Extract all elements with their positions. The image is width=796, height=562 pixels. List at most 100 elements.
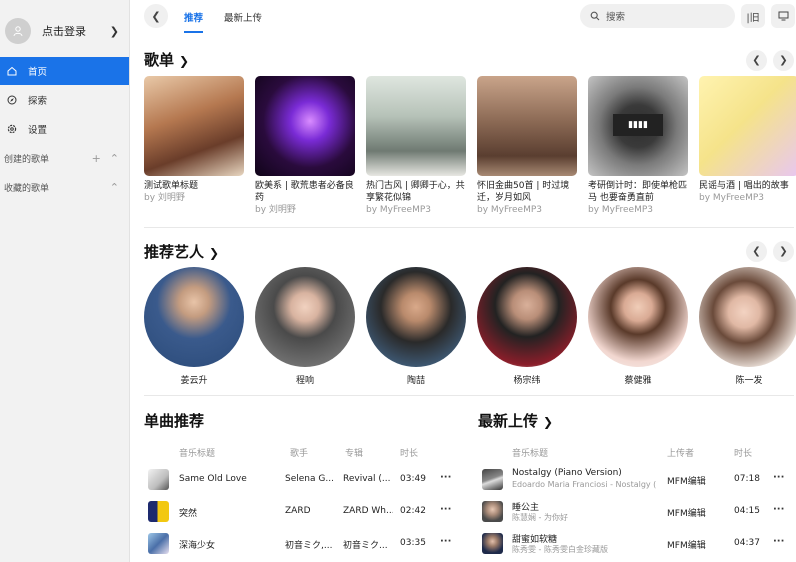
artists-next-button[interactable]: ❯ xyxy=(773,241,794,262)
column-header-uploader: 上传者 xyxy=(667,449,695,459)
chevron-up-icon[interactable]: ⌃ xyxy=(110,152,119,165)
section-divider xyxy=(144,395,794,396)
song-thumbnail xyxy=(482,469,503,490)
search-icon xyxy=(590,11,600,21)
chevron-up-icon[interactable]: ⌃ xyxy=(110,181,119,194)
song-artist[interactable]: Selena G... xyxy=(285,474,337,484)
playlist-card[interactable]: 怀旧金曲50首 | 时过境迁，岁月如风 by MyFreeMP3 xyxy=(477,76,577,216)
artists-section-title[interactable]: 推荐艺人 ❯ xyxy=(144,241,219,262)
playlist-author: by MyFreeMP3 xyxy=(699,193,765,203)
artist-card[interactable]: 陶喆 xyxy=(366,267,466,386)
search-input[interactable]: 搜索 xyxy=(580,4,735,28)
song-row[interactable]: 深海少女 初音ミク,... 初音ミク... 03:35 ··· xyxy=(144,529,464,559)
song-duration: 04:37 xyxy=(734,538,760,548)
more-icon[interactable]: ··· xyxy=(773,504,784,515)
screen-button[interactable] xyxy=(771,4,795,28)
upload-row[interactable]: Nostalgy (Piano Version) Edoardo Maria F… xyxy=(478,465,796,495)
playlist-title: 怀旧金曲50首 | 时过境迁，岁月如风 xyxy=(477,181,570,203)
section-title-text: 单曲推荐 xyxy=(144,412,205,430)
playlist-author: by 刘明野 xyxy=(144,193,185,203)
playlist-title: 欧美系 | 歌荒患者必备良药 xyxy=(255,181,354,203)
nav-item-explore[interactable]: 探索 xyxy=(0,86,129,114)
column-header-duration: 时长 xyxy=(400,449,419,459)
artist-name: 陈一发 xyxy=(735,376,763,386)
playlist-cover xyxy=(366,76,466,176)
song-subtitle: Edoardo Maria Franciosi - Nostalgy (... xyxy=(512,480,657,489)
playlist-card[interactable]: 热门古风 | 卿卿于心，共享繁花似锦 by MyFreeMP3 xyxy=(366,76,466,216)
latest-section-title[interactable]: 最新上传 ❯ xyxy=(478,410,553,431)
nav-item-label: 首页 xyxy=(28,67,48,78)
song-album[interactable]: Revival (... xyxy=(343,474,393,484)
artist-photo xyxy=(699,267,796,367)
artist-card[interactable]: 姜云升 xyxy=(144,267,244,386)
song-subtitle: 陈秀雯 - 陈秀雯白金珍藏版 xyxy=(512,545,608,554)
playlists-prev-button[interactable]: ❮ xyxy=(746,50,767,71)
old-version-button[interactable]: |旧 xyxy=(741,4,765,28)
more-icon[interactable]: ··· xyxy=(440,472,451,483)
section-title-text: 歌单 xyxy=(144,51,175,69)
song-artist[interactable]: ZARD xyxy=(285,506,337,516)
upload-row[interactable]: 甜蜜如软糖 陈秀雯 - 陈秀雯白金珍藏版 MFM编辑 04:37 ··· xyxy=(478,529,796,559)
playlist-card[interactable]: 欧美系 | 歌荒患者必备良药 by 刘明野 xyxy=(255,76,355,216)
artist-photo xyxy=(477,267,577,367)
nav-item-label: 探索 xyxy=(28,96,48,107)
song-subtitle: 陈慧娴 - 为你好 xyxy=(512,513,568,522)
cover-artwork: ▮▮▮▮ xyxy=(613,114,663,136)
login-entry[interactable]: 点击登录 ❯ xyxy=(0,0,129,62)
upload-row[interactable]: 睡公主 陈慧娴 - 为你好 MFM编辑 04:15 ··· xyxy=(478,497,796,527)
playlists-section-title[interactable]: 歌单 ❯ xyxy=(144,49,189,70)
column-header-artist: 歌手 xyxy=(290,449,309,459)
song-thumbnail xyxy=(148,533,169,554)
artist-photo xyxy=(255,267,355,367)
playlist-card[interactable]: 测试歌单标题 by 刘明野 xyxy=(144,76,244,204)
playlists-next-button[interactable]: ❯ xyxy=(773,50,794,71)
song-duration: 03:49 xyxy=(400,474,426,484)
nav-item-home[interactable]: 首页 xyxy=(0,57,129,85)
playlist-author: by MyFreeMP3 xyxy=(366,205,432,215)
plus-icon[interactable]: + xyxy=(92,152,101,165)
home-icon xyxy=(7,66,17,76)
song-title: 深海少女 xyxy=(179,541,216,551)
created-playlists-header[interactable]: 创建的歌单 + ⌃ xyxy=(0,144,129,173)
active-tab-indicator xyxy=(184,31,203,33)
back-button[interactable]: ❮ xyxy=(144,4,168,28)
song-artist[interactable]: 初音ミク,... xyxy=(285,538,337,551)
artist-name: 杨宗纬 xyxy=(513,376,541,386)
section-title-text: 推荐艺人 xyxy=(144,243,205,261)
more-icon[interactable]: ··· xyxy=(773,536,784,547)
artist-card[interactable]: 陈一发 xyxy=(699,267,796,386)
chevron-left-icon: ❮ xyxy=(752,55,761,66)
more-icon[interactable]: ··· xyxy=(773,472,784,483)
song-duration: 02:42 xyxy=(400,506,426,516)
artist-card[interactable]: 程响 xyxy=(255,267,355,386)
chevron-right-icon: ❯ xyxy=(109,24,119,38)
tab-recommend[interactable]: 推荐 xyxy=(184,10,203,24)
playlist-card[interactable]: 民谣与酒 | 唱出的故事 by MyFreeMP3 xyxy=(699,76,796,204)
column-header-album: 专辑 xyxy=(345,449,364,459)
song-row[interactable]: Same Old Love Selena G... Revival (... 0… xyxy=(144,465,464,495)
user-icon xyxy=(13,26,23,37)
artist-card[interactable]: 蔡健雅 xyxy=(588,267,688,386)
artist-name: 程响 xyxy=(295,376,314,386)
chevron-left-icon: ❮ xyxy=(752,246,761,257)
more-icon[interactable]: ··· xyxy=(440,504,451,515)
artist-name: 姜云升 xyxy=(180,376,208,386)
song-row[interactable]: 突然 ZARD ZARD Wh... 02:42 ··· xyxy=(144,497,464,527)
nav-item-settings[interactable]: 设置 xyxy=(0,115,129,143)
song-duration: 07:18 xyxy=(734,474,760,484)
song-duration: 03:35 xyxy=(400,538,426,548)
playlist-author: by MyFreeMP3 xyxy=(588,205,654,215)
song-album[interactable]: 初音ミク... xyxy=(343,538,393,551)
song-title: Same Old Love xyxy=(179,474,247,484)
artist-card[interactable]: 杨宗纬 xyxy=(477,267,577,386)
tab-latest-upload[interactable]: 最新上传 xyxy=(224,10,262,24)
artists-prev-button[interactable]: ❮ xyxy=(746,241,767,262)
more-icon[interactable]: ··· xyxy=(440,536,451,547)
song-duration: 04:15 xyxy=(734,506,760,516)
chevron-right-icon: ❯ xyxy=(779,246,788,257)
playlist-card[interactable]: ▮▮▮▮ 考研倒计时：即使单枪匹马 也要奋勇直前 by MyFreeMP3 xyxy=(588,76,688,216)
song-album[interactable]: ZARD Wh... xyxy=(343,506,393,516)
collected-playlists-header[interactable]: 收藏的歌单 ⌃ xyxy=(0,173,129,202)
artist-photo xyxy=(144,267,244,367)
playlist-cover xyxy=(477,76,577,176)
